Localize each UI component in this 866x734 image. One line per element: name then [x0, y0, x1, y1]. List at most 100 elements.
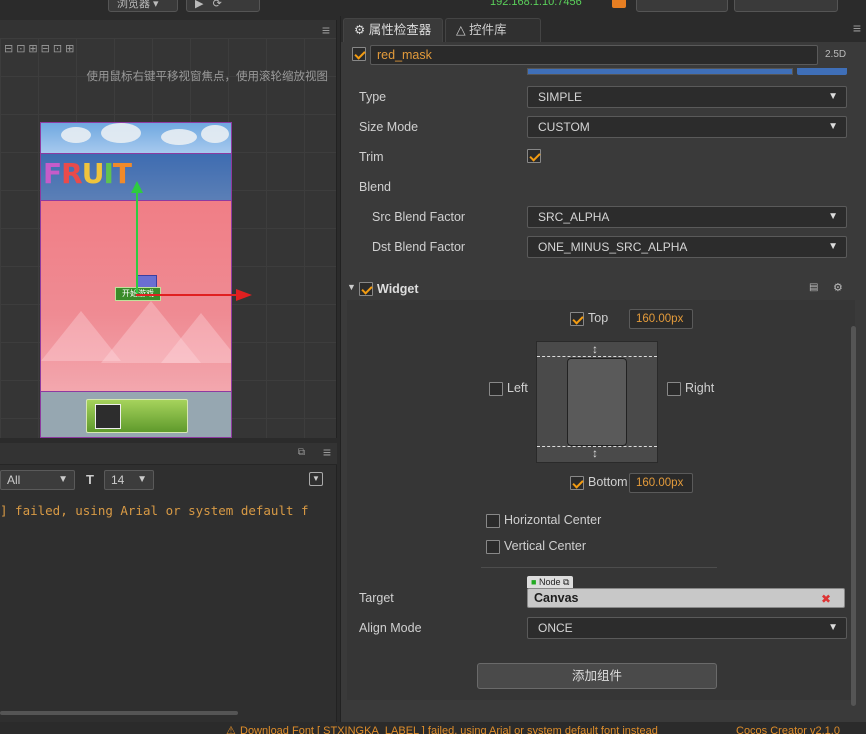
node-active-checkbox[interactable]	[352, 47, 366, 61]
font-size-select[interactable]: 14 ▼	[104, 470, 154, 490]
bottom-value-input[interactable]: 160.00px	[629, 473, 693, 493]
node-name-input[interactable]: red_mask	[370, 45, 818, 65]
collapse-icon[interactable]: ▼	[309, 472, 323, 486]
vertical-center-checkbox[interactable]	[486, 540, 500, 554]
log-level-select[interactable]: All ▼	[0, 470, 75, 490]
console-menu-icon[interactable]: ≡	[323, 444, 331, 460]
left-label: Left	[507, 381, 528, 395]
trim-label: Trim	[359, 150, 384, 164]
fruit-logo: FRUIT	[43, 157, 132, 190]
app-version: Cocos Creator v2.1.0	[736, 725, 840, 734]
font-size-value: 14	[111, 473, 125, 487]
size-mode-label: Size Mode	[359, 120, 419, 134]
scene-menu-icon[interactable]: ≡	[322, 22, 330, 38]
align-tools[interactable]: ⊟⊡⊞⊟⊡⊞	[4, 42, 77, 55]
avatar	[95, 404, 121, 429]
clear-icon[interactable]: ✖	[821, 592, 837, 606]
inspector-panel: ⚙ 属性检查器 △ 控件库 ≡ red_mask 2.5D Type SIMPL…	[340, 16, 866, 734]
chevron-down-icon: ▼	[828, 211, 838, 222]
node-name-row: red_mask 2.5D	[341, 42, 866, 68]
y-axis-gizmo[interactable]	[136, 193, 138, 293]
right-label: Right	[685, 381, 715, 395]
trim-checkbox[interactable]	[527, 149, 541, 163]
gear-icon[interactable]: ⚙	[833, 281, 843, 294]
status-warning: Download Font [ STXINGKA_LABEL ] failed,…	[240, 725, 658, 734]
console-log-line: ] failed, using Arial or system default …	[0, 503, 309, 518]
src-blend-value: SRC_ALPHA	[538, 210, 610, 224]
vertical-center-label: Vertical Center	[504, 539, 586, 553]
y-arrow-icon[interactable]	[131, 181, 143, 193]
widget-header[interactable]: ▼ Widget ▤ ⚙	[341, 278, 855, 300]
horizontal-center-label: Horizontal Center	[504, 513, 602, 527]
top-label: Top	[588, 311, 609, 325]
warning-icon: ⚠	[226, 725, 236, 734]
horizontal-center-checkbox[interactable]	[486, 514, 500, 528]
play-controls[interactable]: ▶ ⟳	[186, 0, 260, 12]
widget-title: Widget	[377, 282, 419, 296]
chevron-down-icon: ▼	[828, 91, 838, 102]
top-checkbox[interactable]	[570, 312, 584, 326]
inspector-scrollbar[interactable]	[851, 326, 856, 706]
gear-icon: ⚙	[354, 23, 366, 37]
popout-icon[interactable]: ⧉	[298, 447, 305, 458]
chevron-down-icon: ▼	[828, 121, 838, 132]
top-toolbar: 浏览器 ▾ ▶ ⟳ 192.168.1.10:7456	[0, 0, 866, 16]
node-type-tag: ■ Node ⧉	[527, 576, 574, 588]
sky	[41, 123, 231, 153]
console-header: ⧉ ≡	[0, 443, 337, 465]
type-label: Type	[359, 90, 387, 104]
toolbar-button-a[interactable]	[636, 0, 728, 12]
right-checkbox[interactable]	[667, 382, 681, 396]
notification-badge[interactable]	[612, 0, 626, 8]
add-component-button[interactable]: 添加组件	[477, 663, 717, 689]
x-arrow-icon[interactable]	[236, 289, 252, 301]
mode-2-5d-toggle[interactable]: 2.5D	[825, 49, 846, 60]
blend-label: Blend	[359, 180, 391, 194]
widget-align-diagram: ↕ ↕	[536, 341, 658, 463]
src-blend-select[interactable]: SRC_ALPHA ▼	[527, 206, 847, 228]
left-checkbox[interactable]	[489, 382, 503, 396]
toolbar-button-b[interactable]	[734, 0, 838, 12]
sprite-edit-button[interactable]	[797, 68, 847, 75]
bottom-label: Bottom	[588, 475, 628, 489]
x-axis-gizmo[interactable]	[136, 294, 236, 296]
tab-inspector[interactable]: ⚙ 属性检查器	[343, 18, 443, 42]
bottom-checkbox[interactable]	[570, 476, 584, 490]
node-rect	[567, 358, 627, 446]
top-arrow-icon: ↕	[592, 342, 598, 356]
book-icon[interactable]: ▤	[809, 282, 818, 293]
node-dot-icon: ■	[531, 577, 537, 587]
src-blend-label: Src Blend Factor	[372, 210, 466, 224]
scene-hint: 使用鼠标右键平移视窗焦点，使用滚轮缩放视图	[86, 71, 329, 83]
bottom-arrow-icon: ↕	[592, 446, 598, 460]
link-icon: ⧉	[562, 577, 570, 587]
size-mode-value: CUSTOM	[538, 120, 590, 134]
console-panel: ⧉ ≡ All ▼ T 14 ▼ ▼ ] failed, using Arial o…	[0, 443, 337, 734]
size-mode-select[interactable]: CUSTOM ▼	[527, 116, 847, 138]
browser-select-label: 浏览器	[117, 0, 150, 10]
tab-widget-library[interactable]: △ 控件库	[445, 18, 541, 42]
game-preview[interactable]: FRUIT 开始游戏	[40, 122, 232, 438]
target-field[interactable]: Canvas	[527, 588, 845, 608]
node-tag-label: Node	[538, 577, 561, 587]
align-mode-select[interactable]: ONCE ▼	[527, 617, 847, 639]
font-size-icon: T	[86, 472, 94, 487]
console-hscrollbar[interactable]	[0, 711, 238, 715]
browser-select[interactable]: 浏览器 ▾	[108, 0, 178, 12]
inspector-menu-icon[interactable]: ≡	[853, 20, 861, 36]
collapse-arrow-icon[interactable]: ▼	[347, 282, 356, 292]
tab-library-label: 控件库	[469, 23, 507, 37]
log-level-value: All	[7, 473, 21, 487]
dst-blend-value: ONE_MINUS_SRC_ALPHA	[538, 240, 688, 254]
align-mode-value: ONCE	[538, 621, 573, 635]
top-value-input[interactable]: 160.00px	[629, 309, 693, 329]
preview-ip: 192.168.1.10:7456	[490, 0, 582, 8]
dst-blend-select[interactable]: ONE_MINUS_SRC_ALPHA ▼	[527, 236, 847, 258]
widget-enabled-checkbox[interactable]	[359, 282, 373, 296]
type-select[interactable]: SIMPLE ▼	[527, 86, 847, 108]
type-value: SIMPLE	[538, 90, 583, 104]
tab-inspector-label: 属性检查器	[368, 23, 432, 37]
sprite-frame-field[interactable]	[527, 68, 793, 75]
align-mode-label: Align Mode	[359, 621, 422, 635]
triangle-icon: △	[456, 23, 466, 37]
